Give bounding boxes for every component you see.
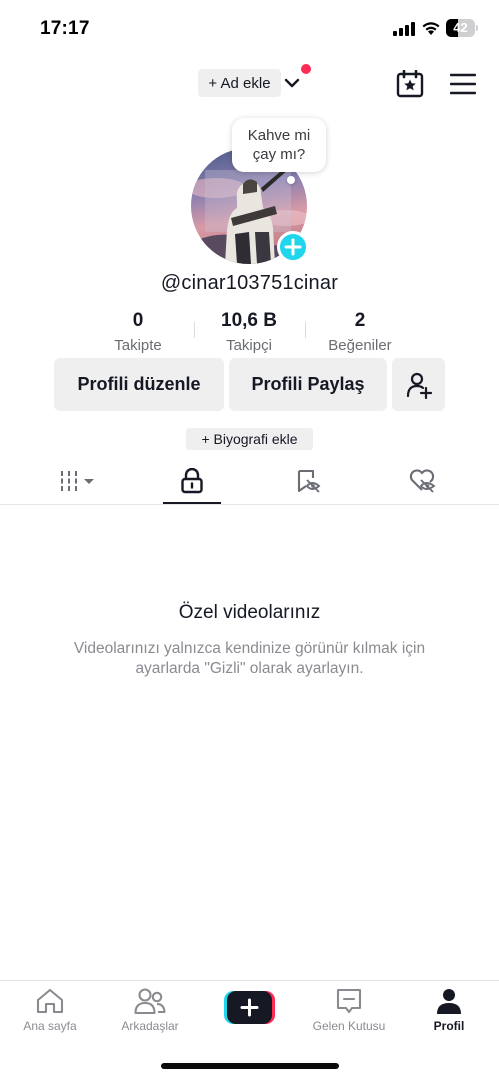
stat-likes-value: 2 — [354, 310, 366, 331]
tab-liked[interactable] — [360, 458, 484, 504]
bookmark-hidden-icon — [297, 469, 321, 493]
create-button[interactable] — [224, 991, 275, 1024]
battery-indicator: 42 — [446, 19, 478, 37]
wifi-icon — [422, 22, 440, 35]
bubble-text-line2: çay mı? — [252, 146, 306, 163]
add-bio-button[interactable]: + Biyografi ekle — [186, 428, 313, 450]
bubble-text-line1: Kahve mi — [247, 127, 311, 144]
nav-home-label: Ana sayfa — [23, 1019, 77, 1033]
nav-inbox[interactable]: Gelen Kutusu — [304, 987, 394, 1033]
chevron-down-icon[interactable] — [283, 74, 301, 92]
active-tab-indicator — [163, 502, 221, 504]
empty-state-description: Videolarınızı yalnızca kendinize görünür… — [73, 640, 426, 677]
home-indicator — [161, 1063, 339, 1069]
lock-icon — [181, 468, 203, 494]
home-icon — [36, 988, 64, 1014]
username: @cinar103751cinar — [160, 272, 339, 294]
nav-home[interactable]: Ana sayfa — [5, 987, 95, 1033]
stat-following[interactable]: 0 Takipte — [98, 310, 178, 354]
stat-likes-label: Beğeniler — [328, 337, 392, 354]
empty-state-title: Özel videolarınız — [178, 602, 321, 623]
cellular-signal-icon — [393, 22, 415, 36]
nav-profile-label: Profil — [433, 1019, 465, 1033]
battery-body: 42 — [446, 19, 475, 37]
battery-tip — [476, 25, 478, 31]
nav-friends-label: Arkadaşlar — [121, 1019, 179, 1033]
edit-profile-button[interactable]: Profili düzenle — [54, 358, 224, 411]
menu-icon[interactable] — [450, 73, 476, 95]
profile-icon — [437, 989, 461, 1014]
battery-percent: 42 — [453, 20, 468, 35]
tab-private[interactable] — [130, 458, 254, 504]
stat-likes[interactable]: 2 Beğeniler — [315, 310, 405, 354]
create-plus-icon — [224, 991, 275, 1024]
add-avatar-plus-icon[interactable] — [277, 231, 309, 263]
add-name-button[interactable]: + Ad ekle — [198, 69, 281, 97]
stat-divider — [194, 322, 195, 338]
calendar-star-icon[interactable] — [396, 70, 424, 98]
stat-divider — [305, 322, 306, 338]
nav-profile[interactable]: Profil — [404, 987, 494, 1033]
add-person-icon — [406, 372, 432, 399]
profile-tabs — [0, 458, 499, 505]
heart-hidden-icon — [409, 469, 436, 493]
stat-following-value: 0 — [132, 310, 144, 331]
tab-saved[interactable] — [246, 458, 370, 504]
status-time: 17:17 — [40, 18, 90, 39]
inbox-icon — [336, 988, 362, 1014]
add-friend-button[interactable] — [392, 358, 445, 411]
stat-followers-value: 10,6 B — [221, 310, 277, 331]
friends-icon — [134, 988, 166, 1015]
status-bubble[interactable]: Kahve mi çay mı? — [232, 118, 326, 172]
stat-following-label: Takipte — [114, 337, 162, 354]
notification-dot — [301, 64, 311, 74]
tab-videos[interactable] — [16, 458, 140, 504]
stat-followers[interactable]: 10,6 B Takipçi — [204, 310, 294, 354]
status-bar: 17:17 42 — [0, 0, 499, 58]
share-profile-button[interactable]: Profili Paylaş — [229, 358, 387, 411]
nav-inbox-label: Gelen Kutusu — [312, 1019, 386, 1033]
bubble-tail-dot — [287, 176, 295, 184]
nav-friends[interactable]: Arkadaşlar — [105, 987, 195, 1033]
stat-followers-label: Takipçi — [226, 337, 272, 354]
grid-bars-icon — [61, 471, 94, 491]
